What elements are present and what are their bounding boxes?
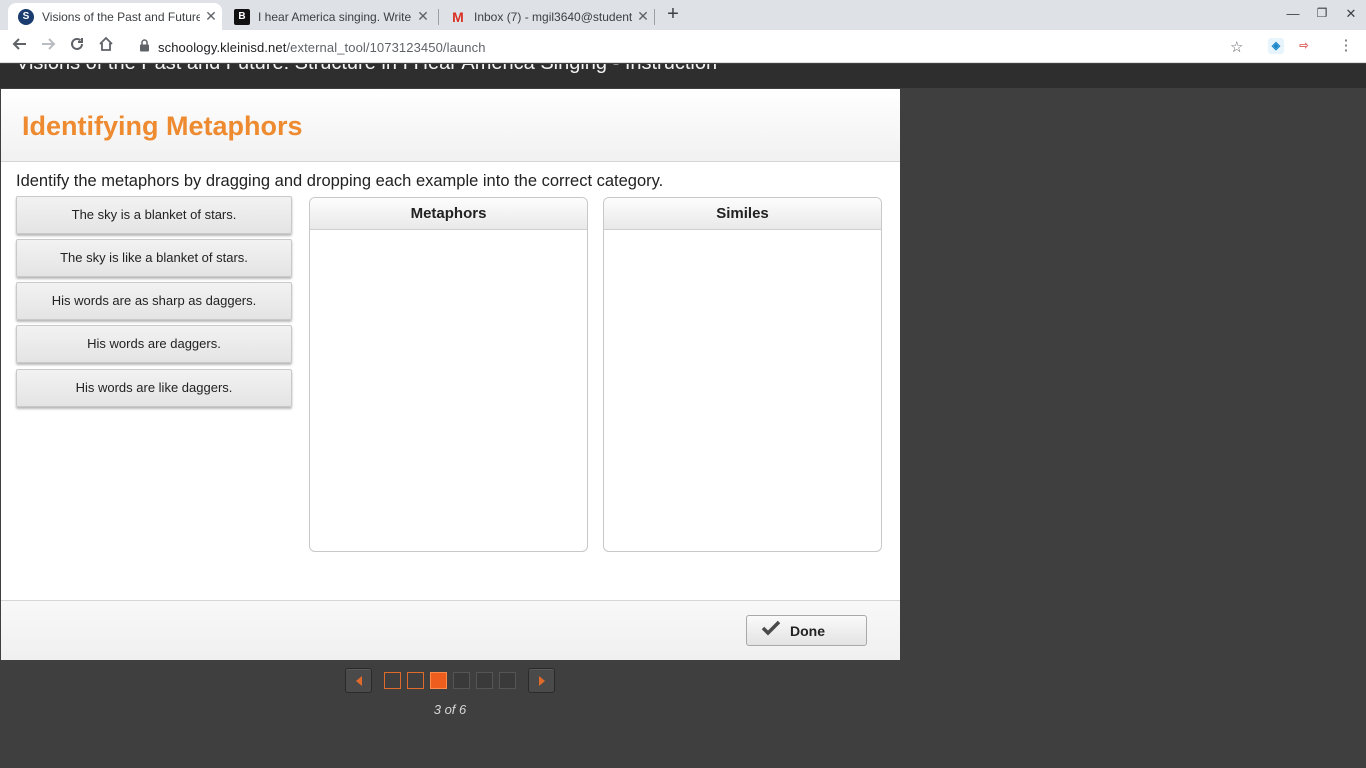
schoology-favicon-icon: S [18, 8, 34, 25]
restore-icon[interactable]: ❐ [1308, 6, 1336, 24]
tab-visions[interactable]: S Visions of the Past and Future: S ✕ [8, 3, 222, 30]
bookmark-star-icon[interactable]: ☆ [1230, 38, 1243, 56]
drag-item[interactable]: His words are as sharp as daggers. [16, 282, 292, 320]
metaphors-dropzone[interactable]: Metaphors [309, 197, 588, 552]
gmail-favicon-icon: M [452, 8, 464, 25]
forward-icon[interactable] [36, 35, 60, 59]
course-header: Visions of the Past and Future: Structur… [0, 64, 1366, 88]
page-indicator-3[interactable] [430, 672, 447, 689]
done-label: Done [790, 622, 825, 639]
previous-page-button[interactable] [345, 668, 372, 693]
page-indicator-1[interactable] [384, 672, 401, 689]
page-indicator-2[interactable] [407, 672, 424, 689]
close-tab-icon[interactable]: ✕ [632, 8, 654, 25]
extension-icon[interactable]: ◈ [1268, 38, 1284, 54]
page-indicator-6[interactable] [499, 672, 516, 689]
minimize-icon[interactable]: — [1279, 6, 1307, 24]
browser-tab-strip: S Visions of the Past and Future: S ✕ B … [0, 0, 1366, 30]
tab-separator [438, 9, 439, 25]
drag-item[interactable]: The sky is a blanket of stars. [16, 196, 292, 234]
lock-icon[interactable] [136, 39, 152, 55]
activity-panel: Identifying Metaphors Identify the metap… [1, 89, 900, 660]
drag-item[interactable]: The sky is like a blanket of stars. [16, 239, 292, 277]
close-tab-icon[interactable]: ✕ [412, 8, 434, 25]
next-page-button[interactable] [528, 668, 555, 693]
tab-title: Visions of the Past and Future: S [42, 9, 200, 24]
activity-instruction: Identify the metaphors by dragging and d… [16, 172, 664, 190]
page-indicator-4[interactable] [453, 672, 470, 689]
brainly-favicon-icon: B [234, 8, 250, 25]
extension-icon[interactable]: ⇨ [1296, 38, 1312, 54]
close-tab-icon[interactable]: ✕ [200, 8, 222, 25]
window-close-icon[interactable]: ✕ [1337, 6, 1365, 24]
dropzone-heading: Metaphors [310, 198, 587, 230]
triangle-right-icon [539, 676, 545, 686]
tab-inbox[interactable]: M Inbox (7) - mgil3640@students.k ✕ [440, 3, 654, 30]
activity-header: Identifying Metaphors [1, 89, 900, 162]
url-path: /external_tool/1073123450/launch [286, 39, 486, 55]
browser-toolbar: schoology.kleinisd.net/external_tool/107… [0, 30, 1366, 63]
kebab-menu-icon[interactable]: ⋮ [1338, 36, 1354, 54]
url-text: schoology.kleinisd.net/external_tool/107… [158, 40, 486, 55]
tab-title: I hear America singing. Write thr [258, 9, 412, 24]
tab-separator [654, 9, 655, 25]
checkmark-icon [761, 620, 783, 641]
home-icon[interactable] [94, 35, 118, 59]
page-title: Visions of the Past and Future: Structur… [16, 64, 717, 75]
dropzone-heading: Similes [604, 198, 881, 230]
drag-item[interactable]: His words are like daggers. [16, 369, 292, 407]
triangle-left-icon [356, 676, 362, 686]
tab-title: Inbox (7) - mgil3640@students.k [474, 9, 632, 24]
done-button[interactable]: Done [746, 615, 867, 646]
address-bar[interactable]: schoology.kleinisd.net/external_tool/107… [126, 33, 1256, 61]
page-counter: 3 of 6 [433, 702, 467, 717]
activity-footer: Done [1, 600, 900, 660]
activity-title: Identifying Metaphors [22, 111, 303, 141]
new-tab-button[interactable]: + [662, 4, 684, 26]
tab-i-hear-america[interactable]: B I hear America singing. Write thr ✕ [224, 3, 434, 30]
back-icon[interactable] [8, 35, 32, 59]
url-host: schoology.kleinisd.net [158, 39, 287, 55]
similes-dropzone[interactable]: Similes [603, 197, 882, 552]
page-indicator-5[interactable] [476, 672, 493, 689]
reload-icon[interactable] [65, 35, 89, 59]
drag-item[interactable]: His words are daggers. [16, 325, 292, 363]
